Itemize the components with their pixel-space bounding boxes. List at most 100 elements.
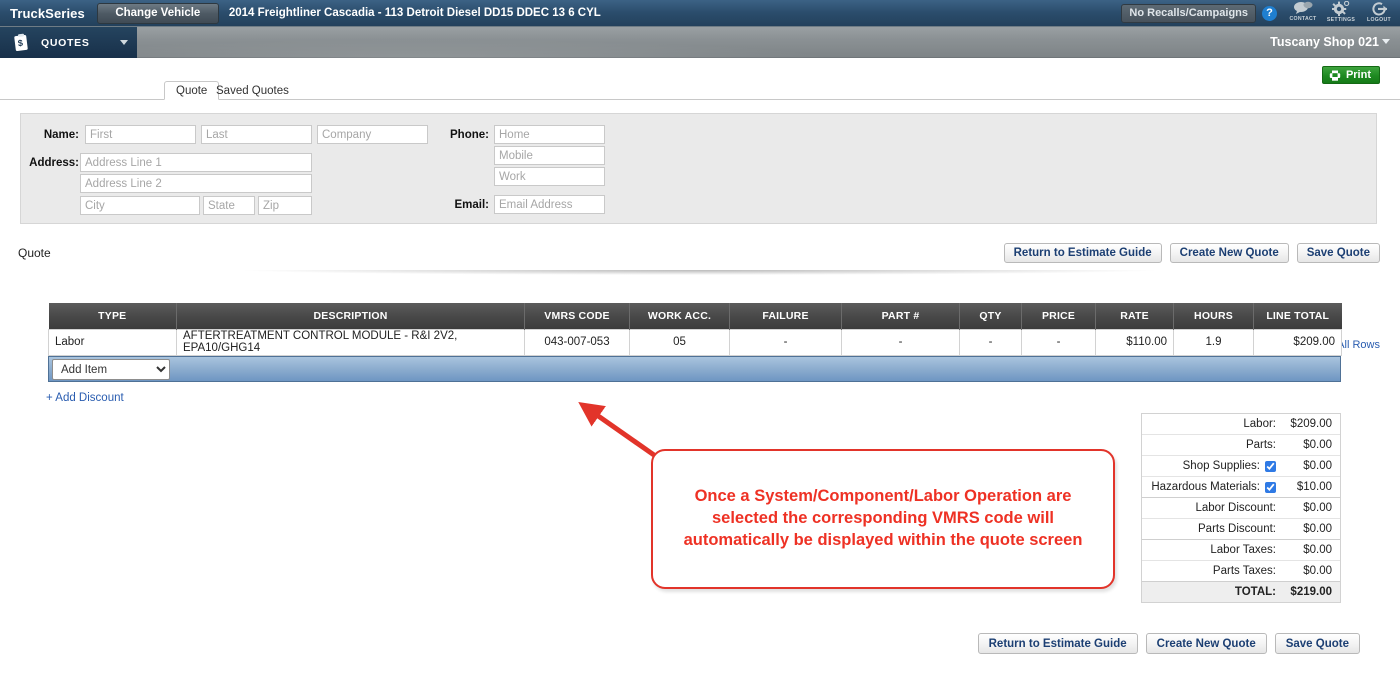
totals-label: Parts Discount: (1198, 523, 1276, 535)
home-phone-input[interactable] (494, 125, 605, 144)
totals-value: $209.00 (1290, 418, 1332, 430)
quote-tabs: Quote Saved Quotes (0, 81, 1400, 100)
totals-value: $0.00 (1303, 544, 1332, 556)
last-name-input[interactable] (201, 125, 312, 144)
save-quote-button-bottom[interactable]: Save Quote (1274, 633, 1360, 654)
logout-icon (1372, 2, 1388, 16)
add-discount-link[interactable]: + Add Discount (46, 392, 124, 404)
totals-row-labor-taxes: Labor Taxes: $0.00 (1142, 540, 1340, 561)
cell-description: AFTERTREATMENT CONTROL MODULE - R&I 2V2,… (176, 328, 525, 356)
totals-value: $0.00 (1303, 439, 1332, 451)
col-vmrs-code[interactable]: VMRS CODE (524, 303, 630, 329)
col-part-number[interactable]: PART # (841, 303, 960, 329)
state-input[interactable] (203, 196, 255, 215)
company-input[interactable] (317, 125, 428, 144)
totals-value: $0.00 (1303, 460, 1332, 472)
totals-row-parts-discount: Parts Discount: $0.00 (1142, 519, 1340, 540)
cell-qty: - (959, 328, 1022, 356)
shop-name-label: Tuscany Shop 021 (1270, 35, 1379, 49)
tab-saved-quotes[interactable]: Saved Quotes (205, 81, 300, 100)
totals-label: Shop Supplies: (1182, 460, 1260, 472)
totals-value: $0.00 (1303, 523, 1332, 535)
chevron-down-icon (120, 40, 128, 45)
return-to-estimate-guide-button-bottom[interactable]: Return to Estimate Guide (977, 633, 1138, 654)
totals-value: $0.00 (1303, 502, 1332, 514)
vehicle-description: 2014 Freightliner Cascadia - 113 Detroit… (228, 7, 601, 19)
print-label: Print (1345, 69, 1371, 81)
totals-label: Hazardous Materials: (1151, 481, 1260, 493)
create-new-quote-button-bottom[interactable]: Create New Quote (1145, 633, 1267, 654)
totals-row-total: TOTAL: $219.00 (1142, 582, 1340, 603)
nav-module-label: QUOTES (41, 36, 90, 49)
col-description[interactable]: DESCRIPTION (176, 303, 525, 329)
contact-label: CONTACT (1289, 16, 1317, 22)
cell-failure: - (729, 328, 842, 356)
phone-label: Phone: (450, 129, 489, 141)
shop-supplies-checkbox[interactable] (1265, 460, 1276, 472)
totals-label: TOTAL: (1234, 586, 1276, 598)
quotes-clipboard-icon: $ (14, 33, 28, 51)
cell-vmrs-code: 043-007-053 (524, 328, 630, 356)
email-label: Email: (454, 199, 489, 211)
table-row[interactable]: Labor AFTERTREATMENT CONTROL MODULE - R&… (48, 328, 1342, 356)
settings-button[interactable]: SETTINGS (1324, 0, 1358, 26)
totals-row-parts-taxes: Parts Taxes: $0.00 (1142, 561, 1340, 582)
totals-row-shop-supplies: Shop Supplies: $0.00 (1142, 456, 1340, 477)
top-brand-bar: TruckSeries Change Vehicle 2014 Freightl… (0, 0, 1400, 27)
mobile-phone-input[interactable] (494, 146, 605, 165)
totals-row-hazardous-materials: Hazardous Materials: $10.00 (1142, 477, 1340, 498)
email-input[interactable] (494, 195, 605, 214)
quote-actions-top: Return to Estimate Guide Create New Quot… (1003, 243, 1380, 263)
col-work-acc[interactable]: WORK ACC. (629, 303, 730, 329)
logout-label: LOGOUT (1367, 17, 1391, 23)
totals-label: Labor Taxes: (1210, 544, 1276, 556)
contact-button[interactable]: CONTACT (1286, 0, 1320, 26)
zip-input[interactable] (258, 196, 312, 215)
recalls-status-badge[interactable]: No Recalls/Campaigns (1121, 3, 1256, 23)
col-rate[interactable]: RATE (1095, 303, 1174, 329)
totals-label: Labor: (1243, 418, 1276, 430)
col-qty[interactable]: QTY (959, 303, 1022, 329)
annotation-callout: Once a System/Component/Labor Operation … (651, 449, 1115, 589)
col-price[interactable]: PRICE (1021, 303, 1096, 329)
save-quote-button-top[interactable]: Save Quote (1296, 243, 1380, 263)
hazardous-materials-checkbox[interactable] (1265, 481, 1276, 493)
table-header-row: TYPE DESCRIPTION VMRS CODE WORK ACC. FAI… (48, 303, 1342, 329)
totals-panel: Labor: $209.00 Parts: $0.00 Shop Supplie… (1141, 413, 1341, 603)
col-hours[interactable]: HOURS (1173, 303, 1254, 329)
cell-price: - (1021, 328, 1096, 356)
totals-label: Labor Discount: (1195, 502, 1276, 514)
cell-line-total: $209.00 (1253, 328, 1342, 356)
col-failure[interactable]: FAILURE (729, 303, 842, 329)
col-line-total[interactable]: LINE TOTAL (1253, 303, 1342, 329)
annotation-text: Once a System/Component/Labor Operation … (683, 487, 1083, 549)
logout-button[interactable]: LOGOUT (1362, 0, 1396, 26)
quote-section-title: Quote (18, 246, 51, 260)
shop-selector[interactable]: Tuscany Shop 021 (1270, 35, 1390, 49)
create-new-quote-button-top[interactable]: Create New Quote (1169, 243, 1289, 263)
totals-value: $0.00 (1303, 565, 1332, 577)
quote-line-items-table: TYPE DESCRIPTION VMRS CODE WORK ACC. FAI… (48, 303, 1342, 356)
quote-actions-bottom: Return to Estimate Guide Create New Quot… (977, 633, 1360, 654)
help-icon[interactable]: ? (1262, 5, 1277, 21)
section-divider (0, 270, 1400, 279)
city-input[interactable] (80, 196, 200, 215)
settings-icon (1332, 1, 1350, 16)
chevron-down-icon (1382, 39, 1390, 44)
address-line-1-input[interactable] (80, 153, 312, 172)
change-vehicle-button[interactable]: Change Vehicle (96, 2, 219, 24)
contact-icon (1294, 1, 1313, 14)
work-phone-input[interactable] (494, 167, 605, 186)
return-to-estimate-guide-button-top[interactable]: Return to Estimate Guide (1003, 243, 1162, 263)
col-type[interactable]: TYPE (48, 303, 177, 329)
cell-work-acc: 05 (629, 328, 730, 356)
nav-module-quotes[interactable]: $ QUOTES (0, 27, 137, 58)
totals-label: Parts: (1245, 439, 1276, 451)
address-line-2-input[interactable] (80, 174, 312, 193)
cell-rate: $110.00 (1095, 328, 1174, 356)
first-name-input[interactable] (85, 125, 196, 144)
totals-row-parts: Parts: $0.00 (1142, 435, 1340, 456)
add-item-select[interactable]: Add Item (52, 359, 170, 380)
cell-hours: 1.9 (1173, 328, 1254, 356)
page-content: Print Quote Saved Quotes Name: Address: … (0, 58, 1400, 700)
